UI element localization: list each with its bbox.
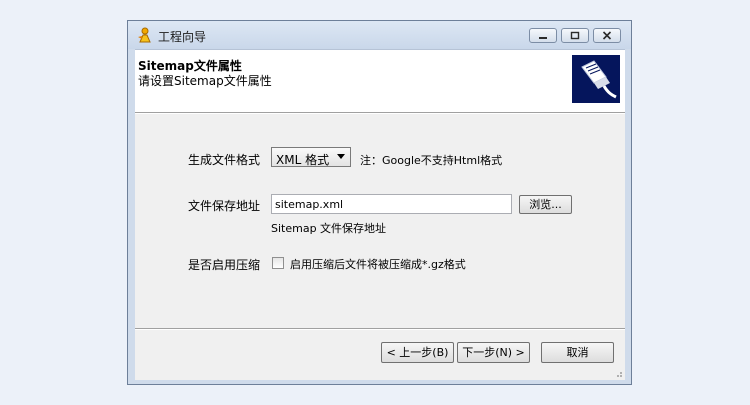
wizard-app-icon [138, 27, 151, 43]
compress-checkbox[interactable] [272, 257, 284, 269]
close-button[interactable] [593, 28, 621, 43]
minimize-icon [539, 37, 547, 39]
next-button[interactable]: 下一步(N) > [457, 342, 530, 363]
resize-grip[interactable] [613, 368, 623, 378]
network-cable-icon [581, 60, 617, 99]
cancel-button[interactable]: 取消 [541, 342, 614, 363]
wizard-content: Sitemap文件属性 请设置Sitemap文件属性 生成文件格式 XML 格式… [135, 49, 625, 380]
format-select-value: XML 格式 [276, 153, 330, 167]
path-hint: Sitemap 文件保存地址 [271, 222, 387, 235]
format-select[interactable]: XML 格式 [271, 147, 351, 167]
compress-checkbox-label[interactable]: 启用压缩后文件将被压缩成*.gz格式 [290, 256, 466, 272]
chevron-down-icon [337, 154, 345, 159]
compress-label: 是否启用压缩 [188, 258, 261, 272]
format-note: 注：Google不支持Html格式 [360, 154, 503, 167]
title-bar[interactable]: 工程向导 [128, 21, 631, 49]
window-title: 工程向导 [158, 30, 207, 44]
header-logo [572, 55, 620, 103]
header-subtitle: 请设置Sitemap文件属性 [138, 74, 272, 88]
wizard-window: 工程向导 Sitemap文件属性 请设置Sitemap文件属性 生成文件格式 X… [127, 20, 632, 385]
close-icon [602, 31, 612, 40]
path-input[interactable] [271, 194, 512, 214]
header-divider [135, 112, 625, 114]
path-label: 文件保存地址 [188, 199, 261, 213]
minimize-button[interactable] [529, 28, 557, 43]
wizard-header: Sitemap文件属性 请设置Sitemap文件属性 [135, 50, 625, 112]
maximize-button[interactable] [561, 28, 589, 43]
browse-button[interactable]: 浏览... [519, 195, 572, 214]
maximize-icon [570, 31, 580, 40]
format-label: 生成文件格式 [188, 153, 261, 167]
prev-button[interactable]: < 上一步(B) [381, 342, 454, 363]
footer-divider [135, 328, 625, 330]
